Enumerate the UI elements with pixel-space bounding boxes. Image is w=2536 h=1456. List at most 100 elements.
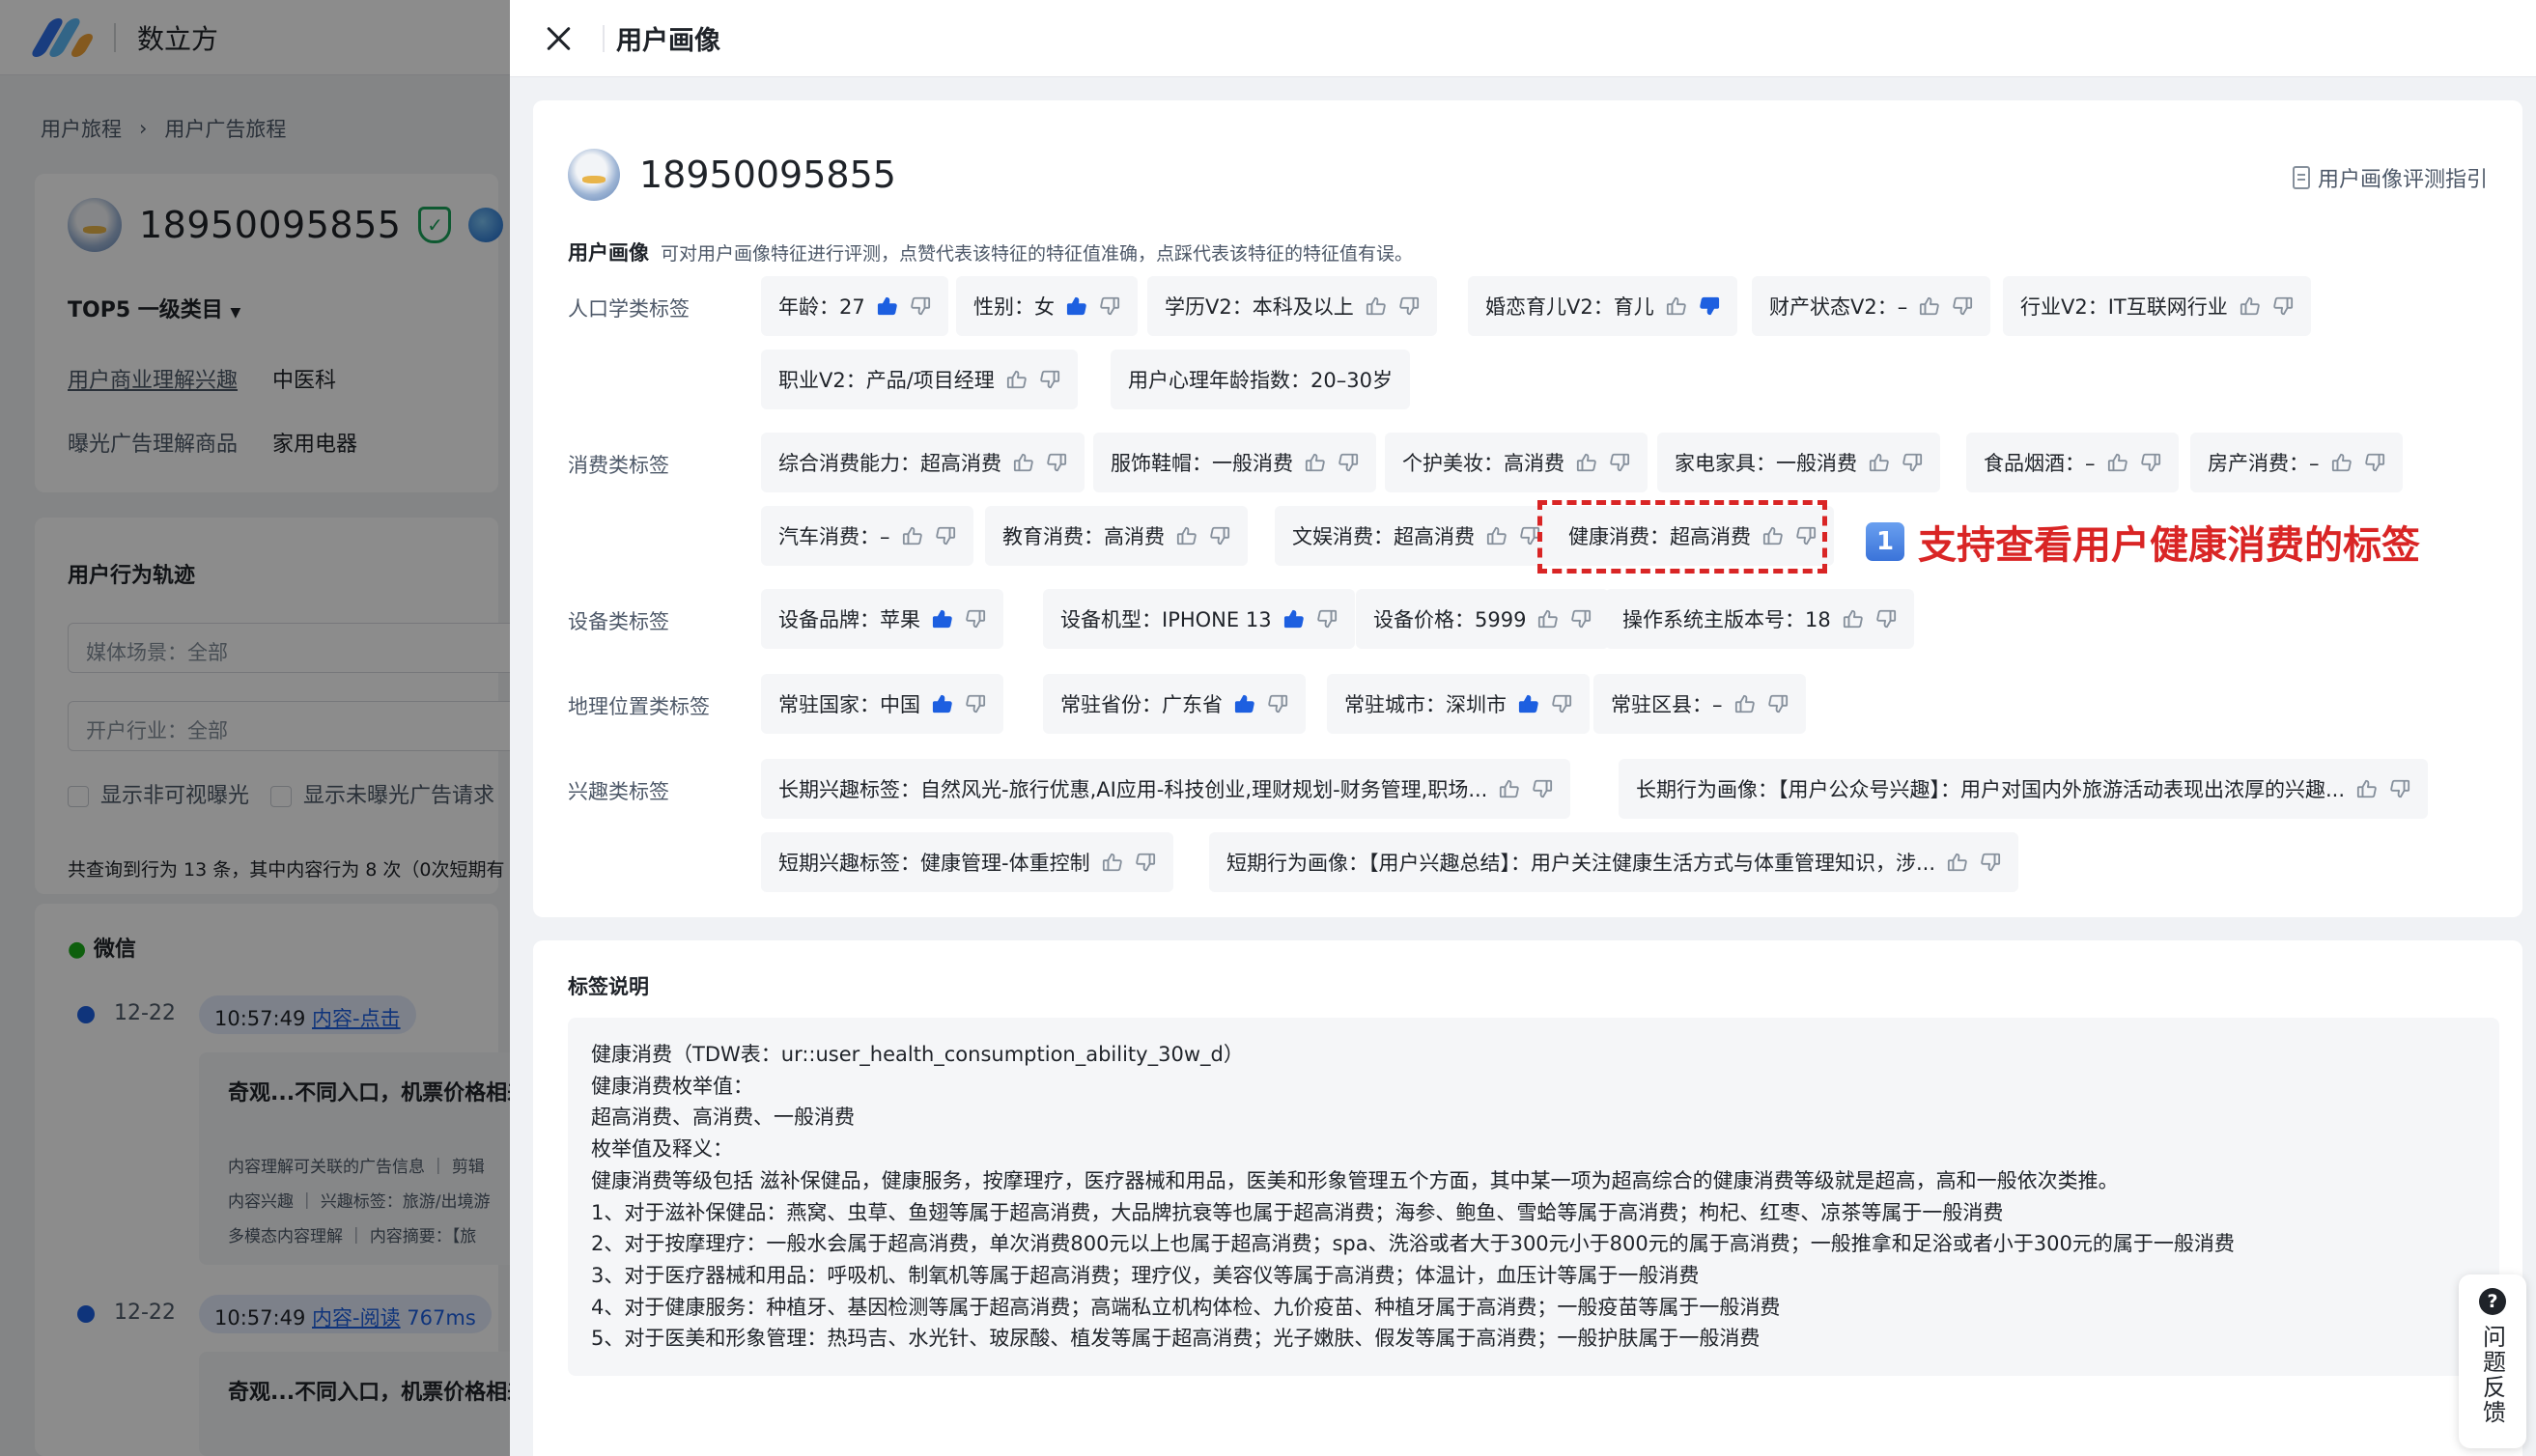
profile-tag: 文娱消费：超高消费 <box>1275 506 1558 566</box>
tag-text: 年龄：27 <box>778 295 865 319</box>
thumb-down-icon[interactable] <box>910 295 931 317</box>
profile-tag: 婚恋育儿V2：育儿 <box>1468 276 1737 336</box>
thumb-up-icon[interactable] <box>2356 778 2378 799</box>
thumb-down-icon[interactable] <box>1398 295 1420 317</box>
thumb-down-icon[interactable] <box>1209 525 1230 546</box>
thumb-up-icon[interactable] <box>1366 295 1387 317</box>
description-line: 2、对于按摩理疗：一般水会属于超高消费，单次消费800元以上也属于超高消费；sp… <box>591 1232 2235 1256</box>
thumb-up-icon[interactable] <box>2331 452 2353 473</box>
thumb-up-icon[interactable] <box>1066 295 1087 317</box>
description-box: 健康消费（TDW表：ur::user_health_consumption_ab… <box>568 1018 2499 1377</box>
tag-text: 设备品牌：苹果 <box>778 608 920 631</box>
profile-tag: 短期兴趣标签：健康管理-体重控制 <box>761 832 1173 892</box>
number-one-badge: 1 <box>1866 522 1904 561</box>
thumb-up-icon[interactable] <box>1499 778 1520 799</box>
thumb-down-icon[interactable] <box>1046 452 1067 473</box>
thumb-up-icon[interactable] <box>1006 369 1028 390</box>
thumb-up-icon[interactable] <box>1305 452 1326 473</box>
profile-tag: 常驻区县：– <box>1593 674 1806 734</box>
thumb-down-icon[interactable] <box>2272 295 2294 317</box>
profile-intro: 用户画像 可对用户画像特征进行评测，点赞代表该特征的特征值准确，点踩代表该特征的特… <box>568 238 1413 266</box>
tag-description-panel: 标签说明 健康消费（TDW表：ur::user_health_consumpti… <box>533 940 2522 1456</box>
intro-label: 用户画像 <box>568 241 649 265</box>
callout-text: 支持查看用户健康消费的标签 <box>1918 523 2420 568</box>
divider <box>603 25 605 52</box>
thumb-down-icon[interactable] <box>1609 452 1630 473</box>
thumb-up-icon[interactable] <box>1576 452 1597 473</box>
thumb-down-icon[interactable] <box>2140 452 2161 473</box>
thumb-down-icon[interactable] <box>1767 693 1789 714</box>
profile-tag: 教育消费：高消费 <box>985 506 1248 566</box>
thumb-down-icon[interactable] <box>1338 452 1359 473</box>
thumb-down-icon[interactable] <box>2389 778 2410 799</box>
description-line: 3、对于医疗器械和用品：呼吸机、制氧机等属于超高消费；理疗仪，美容仪等属于高消费… <box>591 1263 1700 1287</box>
thumb-down-icon[interactable] <box>1135 852 1156 873</box>
close-icon[interactable] <box>539 19 578 58</box>
thumb-up-icon[interactable] <box>1518 693 1539 714</box>
description-line: 健康消费枚举值： <box>591 1074 753 1098</box>
thumb-down-icon[interactable] <box>1699 295 1720 317</box>
profile-tag: 设备品牌：苹果 <box>761 589 1003 649</box>
description-title: 标签说明 <box>568 975 649 998</box>
profile-tag: 设备价格：5999 <box>1356 589 1610 649</box>
thumb-up-icon[interactable] <box>932 608 953 630</box>
thumb-up-icon[interactable] <box>877 295 898 317</box>
profile-tag: 长期兴趣标签：自然风光-旅行优惠,AI应用-科技创业,理财规划-财务管理,职场.… <box>761 759 1571 819</box>
thumb-up-icon[interactable] <box>1176 525 1198 546</box>
tag-text: 食品烟酒：– <box>1984 452 2096 475</box>
thumb-down-icon[interactable] <box>1980 852 2001 873</box>
thumb-up-icon[interactable] <box>1843 608 1864 630</box>
profile-tag: 设备机型：IPHONE 13 <box>1043 589 1355 649</box>
thumb-down-icon[interactable] <box>1099 295 1120 317</box>
thumb-up-icon[interactable] <box>1666 295 1687 317</box>
modal-overlay[interactable] <box>0 0 510 1456</box>
thumb-down-icon[interactable] <box>1902 452 1923 473</box>
tag-text: 婚恋育儿V2：育儿 <box>1485 295 1654 319</box>
tag-text: 设备机型：IPHONE 13 <box>1060 608 1272 631</box>
thumb-down-icon[interactable] <box>1570 608 1592 630</box>
tag-text: 常驻区县：– <box>1611 693 1723 716</box>
question-icon: ? <box>2479 1288 2506 1315</box>
thumb-up-icon[interactable] <box>1734 693 1756 714</box>
profile-tag: 职业V2：产品/项目经理 <box>761 350 1078 409</box>
thumb-up-icon[interactable] <box>1919 295 1940 317</box>
thumb-up-icon[interactable] <box>902 525 923 546</box>
description-line: 5、对于医美和形象管理：热玛吉、水光针、玻尿酸、植发等属于超高消费；光子嫩肤、假… <box>591 1327 1761 1351</box>
thumb-up-icon[interactable] <box>932 693 953 714</box>
tag-text: 长期兴趣标签：自然风光-旅行优惠,AI应用-科技创业,理财规划-财务管理,职场.… <box>778 778 1488 801</box>
thumb-up-icon[interactable] <box>1947 852 1968 873</box>
thumb-up-icon[interactable] <box>1013 452 1034 473</box>
thumb-down-icon[interactable] <box>1551 693 1572 714</box>
tag-text: 财产状态V2：– <box>1769 295 1908 319</box>
evaluation-guide-link[interactable]: 用户画像评测指引 <box>2292 162 2488 193</box>
thumb-up-icon[interactable] <box>1486 525 1508 546</box>
profile-tag: 家电家具：一般消费 <box>1657 433 1940 492</box>
intro-text: 可对用户画像特征进行评测，点赞代表该特征的特征值准确，点踩代表该特征的特征值有误… <box>661 243 1414 265</box>
thumb-down-icon[interactable] <box>935 525 956 546</box>
thumb-down-icon[interactable] <box>1875 608 1897 630</box>
thumb-up-icon[interactable] <box>1234 693 1255 714</box>
profile-tag: 学历V2：本科及以上 <box>1147 276 1437 336</box>
thumb-down-icon[interactable] <box>2364 452 2385 473</box>
thumb-up-icon[interactable] <box>2240 295 2261 317</box>
thumb-down-icon[interactable] <box>1267 693 1288 714</box>
thumb-down-icon[interactable] <box>1039 369 1060 390</box>
thumb-up-icon[interactable] <box>1102 852 1123 873</box>
feedback-button[interactable]: ? 问题反馈 <box>2459 1274 2526 1448</box>
profile-panel: 18950095855 用户画像评测指引 用户画像 可对用户画像特征进行评测，点赞… <box>533 100 2522 917</box>
profile-tag: 财产状态V2：– <box>1752 276 1991 336</box>
tag-text: 学历V2：本科及以上 <box>1165 295 1354 319</box>
thumb-down-icon[interactable] <box>965 693 986 714</box>
thumb-down-icon[interactable] <box>965 608 986 630</box>
thumb-up-icon[interactable] <box>2107 452 2128 473</box>
thumb-up-icon[interactable] <box>1537 608 1559 630</box>
thumb-down-icon[interactable] <box>1316 608 1338 630</box>
category-label-location: 地理位置类标签 <box>568 695 710 718</box>
user-profile-drawer: 用户画像 18950095855 用户画像评测指引 用户画像 可对用户画像特征进行… <box>510 0 2536 1456</box>
thumb-down-icon[interactable] <box>1532 778 1553 799</box>
thumb-down-icon[interactable] <box>1952 295 1973 317</box>
thumb-up-icon[interactable] <box>1869 452 1890 473</box>
profile-tag: 常驻省份：广东省 <box>1043 674 1306 734</box>
thumb-up-icon[interactable] <box>1283 608 1305 630</box>
tag-text: 行业V2：IT互联网行业 <box>2020 295 2228 319</box>
